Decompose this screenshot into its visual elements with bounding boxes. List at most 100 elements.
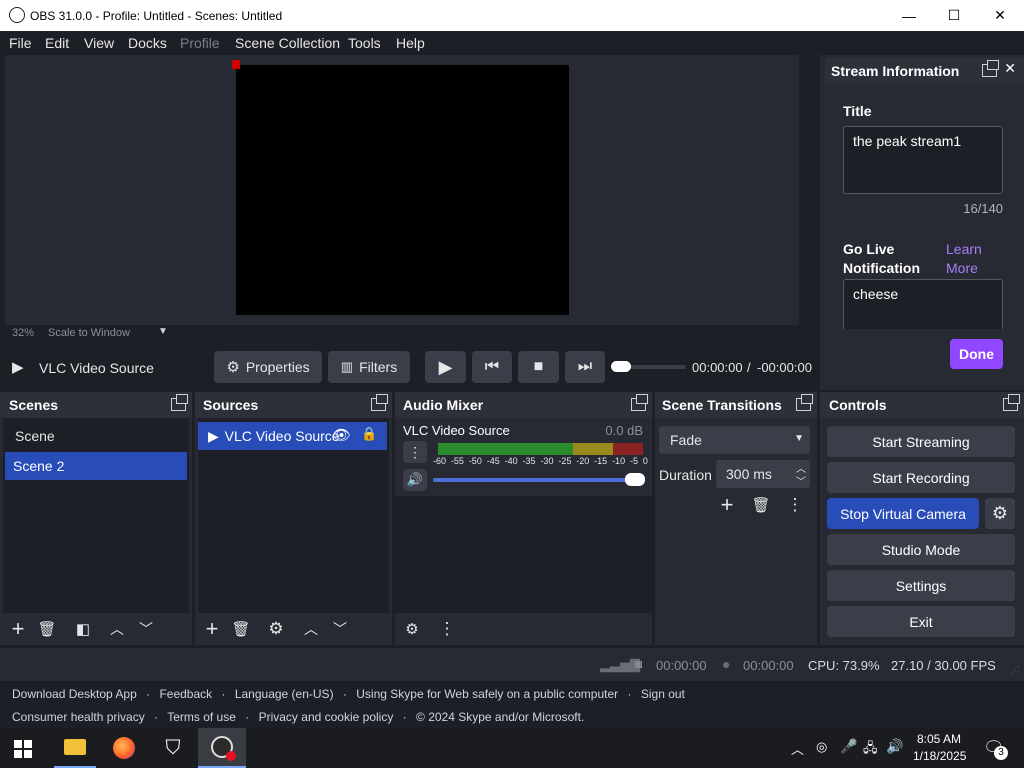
- menu-view[interactable]: View: [84, 35, 114, 51]
- start-recording-button[interactable]: Start Recording: [827, 462, 1015, 493]
- notification-input[interactable]: cheese: [843, 279, 1003, 329]
- scale-mode-select[interactable]: Scale to Window: [48, 327, 130, 339]
- chevron-up-icon[interactable]: ︿: [791, 739, 804, 758]
- seek-handle[interactable]: [611, 361, 631, 372]
- close-button[interactable]: ✕: [977, 0, 1023, 31]
- stream-title-input[interactable]: the peak stream1: [843, 126, 1003, 194]
- media-previous-button[interactable]: ⏮: [472, 351, 512, 383]
- chevron-down-icon[interactable]: ﹀: [796, 473, 806, 488]
- lock-icon[interactable]: 🔒: [361, 426, 377, 442]
- menu-bar: File Edit View Docks Profile Scene Colle…: [0, 31, 1024, 55]
- mixer-menu-button[interactable]: ⋮: [435, 617, 459, 641]
- move-source-up-button[interactable]: ︿: [299, 617, 323, 641]
- source-resize-handle[interactable]: [232, 60, 240, 69]
- add-transition-button[interactable]: +: [715, 492, 739, 517]
- firefox-taskbar-button[interactable]: [103, 728, 145, 768]
- source-properties-button[interactable]: ⚙: [264, 617, 288, 641]
- float-dock-icon[interactable]: [171, 394, 188, 411]
- volume-slider[interactable]: [433, 473, 645, 486]
- scale-tick: -60: [433, 456, 447, 466]
- source-item[interactable]: ▶ VLC Video Source 👁 🔒: [198, 422, 387, 450]
- footer-link[interactable]: Terms of use: [167, 710, 236, 724]
- footer-link[interactable]: Privacy and cookie policy: [259, 710, 394, 724]
- stop-virtual-camera-button[interactable]: Stop Virtual Camera: [827, 498, 979, 529]
- float-dock-icon[interactable]: [371, 394, 388, 411]
- done-button[interactable]: Done: [950, 339, 1003, 369]
- footer-link[interactable]: Using Skype for Web safely on a public c…: [356, 687, 618, 701]
- minimize-button[interactable]: —: [886, 0, 932, 31]
- source-item-label: VLC Video Source: [224, 428, 340, 444]
- clock-time[interactable]: 8:05 AM: [917, 732, 961, 746]
- menu-file[interactable]: File: [9, 35, 32, 51]
- channel-menu-button[interactable]: ⋮: [403, 441, 427, 463]
- close-dock-icon[interactable]: ✕: [1004, 60, 1016, 77]
- scale-tick: -10: [612, 456, 626, 466]
- clock-date[interactable]: 1/18/2025: [913, 749, 966, 763]
- move-scene-up-button[interactable]: ︿: [105, 617, 129, 641]
- float-dock-icon[interactable]: [631, 394, 648, 411]
- remove-scene-button[interactable]: 🗑: [35, 617, 59, 641]
- media-stop-button[interactable]: ■: [518, 351, 559, 383]
- menu-profile[interactable]: Profile: [180, 35, 220, 51]
- remove-transition-button[interactable]: 🗑: [749, 493, 773, 517]
- microphone-icon[interactable]: 🎤: [840, 738, 857, 755]
- resize-grip-icon[interactable]: ⋰: [1010, 665, 1020, 676]
- notification-center-button[interactable]: 🗨 3: [983, 738, 1008, 760]
- filters-button[interactable]: ▥ Filters: [328, 351, 410, 383]
- footer-separator: ·: [627, 687, 632, 701]
- obs-taskbar-button[interactable]: [198, 728, 246, 768]
- maximize-button[interactable]: ☐: [931, 0, 977, 31]
- menu-edit[interactable]: Edit: [45, 35, 69, 51]
- preview-video[interactable]: [236, 65, 569, 315]
- float-dock-icon[interactable]: [796, 394, 813, 411]
- media-play-button[interactable]: ▶: [425, 351, 466, 383]
- remove-source-button[interactable]: 🗑: [229, 617, 253, 641]
- start-streaming-button[interactable]: Start Streaming: [827, 426, 1015, 457]
- obs-logo-icon: [9, 7, 25, 23]
- learn-more-link-line1[interactable]: Learn: [946, 241, 982, 257]
- learn-more-link-line2[interactable]: More: [946, 260, 978, 276]
- security-taskbar-button[interactable]: ⛉: [152, 728, 194, 768]
- mixer-settings-button[interactable]: ⚙: [400, 617, 424, 641]
- scene-item-selected[interactable]: Scene 2: [5, 452, 187, 480]
- footer-link[interactable]: Language (en-US): [235, 687, 334, 701]
- speaker-icon[interactable]: 🔊: [886, 738, 903, 755]
- stream-status-icon: ◙: [635, 657, 643, 671]
- footer-link[interactable]: Sign out: [641, 687, 685, 701]
- media-seek-slider[interactable]: [611, 361, 686, 372]
- transition-menu-button[interactable]: ⋮: [783, 493, 807, 517]
- menu-tools[interactable]: Tools: [348, 35, 381, 51]
- network-icon[interactable]: 🖧: [863, 739, 878, 761]
- properties-button[interactable]: ⚙ Properties: [214, 351, 322, 383]
- move-scene-down-button[interactable]: ﹀: [134, 617, 158, 641]
- menu-docks[interactable]: Docks: [128, 35, 167, 51]
- eye-icon[interactable]: 👁: [332, 426, 351, 444]
- duration-spinbox[interactable]: 300 ms ︿ ﹀: [716, 460, 810, 488]
- chevron-down-icon[interactable]: ▼: [158, 326, 168, 337]
- scene-item[interactable]: Scene: [7, 422, 185, 450]
- mute-button[interactable]: 🔊: [403, 469, 427, 491]
- media-next-button[interactable]: ⏭: [565, 351, 605, 383]
- menu-scene-collection[interactable]: Scene Collection: [235, 35, 340, 51]
- footer-link[interactable]: Consumer health privacy: [12, 710, 145, 724]
- scene-filters-button[interactable]: ◧: [71, 617, 95, 641]
- footer-link[interactable]: Feedback: [159, 687, 212, 701]
- float-dock-icon[interactable]: [1003, 394, 1020, 411]
- virtual-camera-config-button[interactable]: ⚙: [985, 498, 1015, 529]
- move-source-down-button[interactable]: ﹀: [328, 617, 352, 641]
- add-source-button[interactable]: +: [200, 616, 224, 641]
- firefox-icon: [113, 737, 135, 759]
- webcam-icon[interactable]: ◎: [816, 739, 827, 755]
- file-explorer-taskbar-button[interactable]: [54, 728, 96, 768]
- add-scene-button[interactable]: +: [6, 616, 30, 641]
- windows-start-icon[interactable]: [14, 740, 32, 758]
- volume-handle[interactable]: [625, 473, 645, 486]
- transition-select[interactable]: Fade ▼: [659, 426, 810, 454]
- settings-button[interactable]: Settings: [827, 570, 1015, 601]
- footer-link[interactable]: Download Desktop App: [12, 687, 137, 701]
- menu-help[interactable]: Help: [396, 35, 425, 51]
- exit-button[interactable]: Exit: [827, 606, 1015, 637]
- studio-mode-button[interactable]: Studio Mode: [827, 534, 1015, 565]
- title-char-count: 16/140: [963, 201, 1003, 216]
- float-dock-icon[interactable]: [982, 60, 999, 77]
